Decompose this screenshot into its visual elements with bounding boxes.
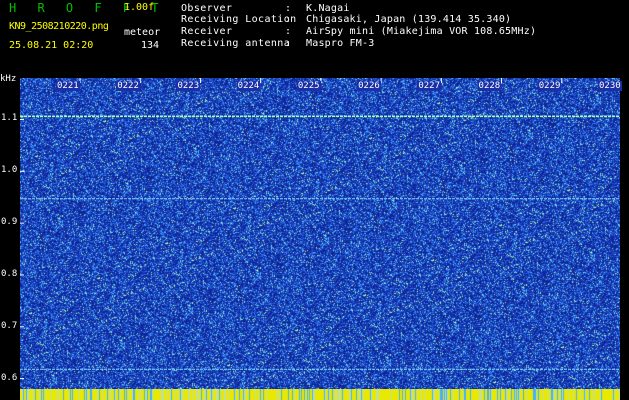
mode-label: meteor [124, 27, 161, 38]
x-tick-label: 0228 [477, 81, 502, 91]
datetime-label: 25.08.21 02:20 [9, 40, 94, 51]
y-tick-label: 0.8 [1, 268, 18, 279]
y-tick-label: 0.7 [1, 320, 18, 331]
field-label-observer: Observer [181, 3, 233, 14]
y-axis: 1.1 1.0 0.9 0.8 0.7 0.6 [0, 74, 20, 400]
x-tick-label: 0229 [537, 81, 562, 91]
spectrogram-overlay [20, 78, 620, 380]
version-label: 1.00f [124, 2, 155, 13]
field-separator: : [285, 3, 292, 14]
field-separator: : [285, 26, 292, 37]
bottom-intensity-bar [20, 389, 620, 400]
field-separator: : [285, 14, 292, 25]
y-tick-label: 1.1 [1, 113, 18, 124]
header-panel: H R O F F T 1.00f KN9_2508210220.png met… [0, 0, 629, 74]
field-label-receiver: Receiver [181, 26, 233, 37]
meteor-count: 134 [141, 40, 160, 51]
y-tick-label: 1.0 [1, 165, 18, 176]
field-label-location: Receiving Location [181, 14, 297, 25]
y-tick-label: 0.6 [1, 372, 18, 383]
field-separator: : [285, 38, 292, 49]
field-value-location: Chigasaki, Japan (139.414 35.340) [306, 14, 512, 25]
field-label-antenna: Receiving antenna [181, 38, 291, 49]
field-value-observer: K.Nagai [306, 3, 350, 14]
x-tick-label: 0222 [116, 81, 140, 91]
field-value-receiver: AirSpy mini (Miakejima VOR 108.65MHz) [306, 26, 537, 37]
x-tick-label: 0221 [56, 81, 80, 91]
x-tick-label: 0227 [417, 81, 442, 91]
x-tick-label: 0230 [598, 81, 622, 91]
filename-label: KN9_2508210220.png [9, 21, 109, 32]
spectrogram-plot [20, 78, 620, 389]
x-tick-label: 0226 [357, 81, 381, 91]
x-tick-label: 0224 [236, 81, 261, 91]
x-tick-label: 0225 [296, 81, 321, 91]
y-tick-label: 0.9 [1, 217, 18, 228]
x-tick-label: 0223 [176, 81, 201, 91]
field-value-antenna: Maspro FM-3 [306, 38, 375, 49]
